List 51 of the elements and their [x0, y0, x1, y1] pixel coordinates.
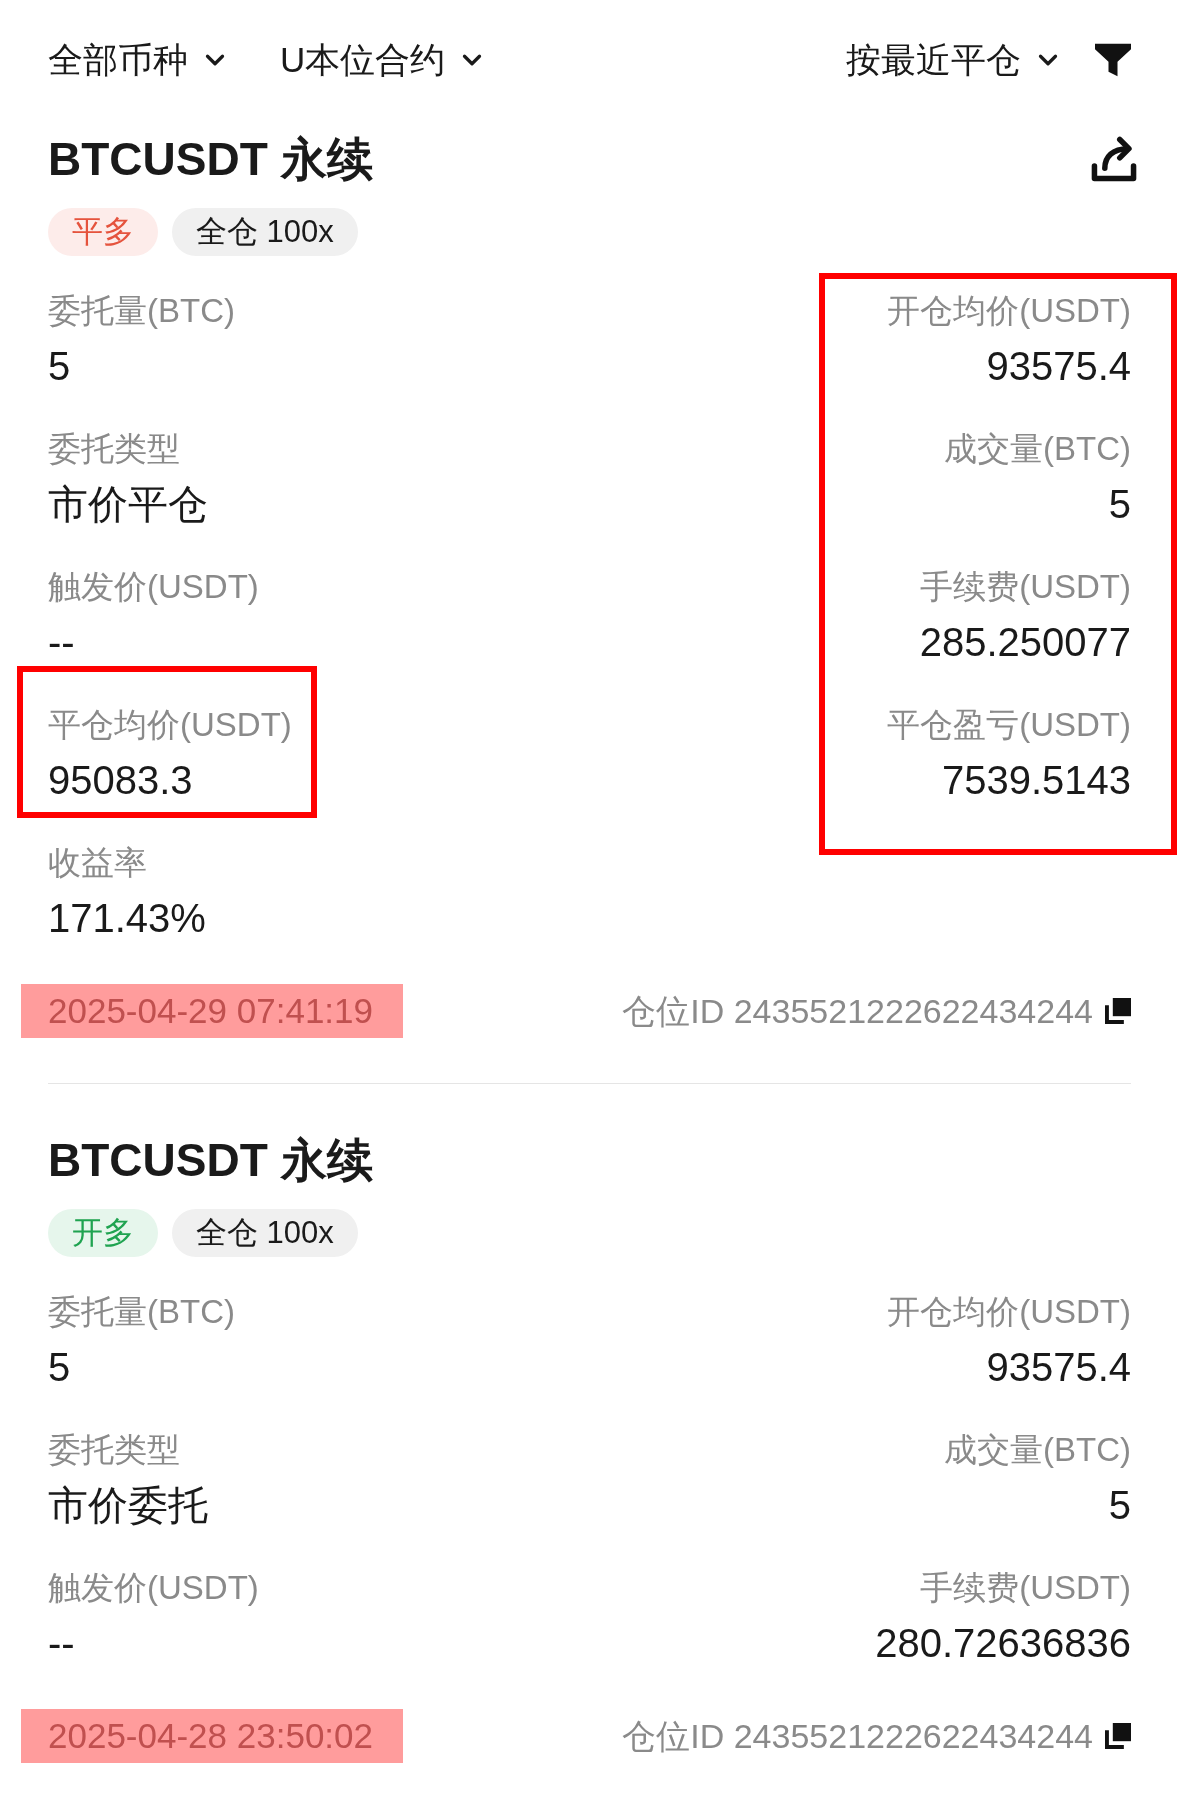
position-id: 仓位ID 2435521222622434244 — [622, 1716, 1093, 1756]
copy-icon — [1105, 998, 1131, 1024]
filter-dropdown[interactable]: U本位合约 — [280, 38, 488, 82]
contract-title: BTCUSDT 永续 — [48, 1133, 373, 1188]
filter-dropdown[interactable]: 全部币种 — [48, 38, 230, 82]
field-label: 开仓均价(USDT) — [887, 1292, 1131, 1332]
share-icon — [1091, 136, 1137, 182]
field-value: 7539.5143 — [941, 757, 1131, 804]
copy-icon — [1105, 1723, 1131, 1749]
field-value: 5 — [1108, 1482, 1131, 1529]
field-label: 平仓均价(USDT) — [48, 705, 292, 745]
position-id: 仓位ID 2435521222622434244 — [622, 991, 1093, 1031]
side-tag: 开多 — [48, 1209, 158, 1257]
copy-button[interactable] — [1105, 998, 1131, 1024]
field-label: 平仓盈亏(USDT) — [887, 705, 1131, 745]
field-value: 171.43% — [48, 895, 206, 942]
field-label: 委托类型 — [48, 1430, 180, 1470]
field-value: 市价委托 — [48, 1482, 208, 1529]
field-value: 95083.3 — [48, 757, 193, 804]
filter-icon — [1095, 43, 1131, 77]
field-value: 93575.4 — [986, 1344, 1131, 1391]
field-label: 手续费(USDT) — [920, 567, 1131, 607]
margin-tag: 全仓 100x — [172, 1209, 358, 1257]
field-label: 开仓均价(USDT) — [887, 291, 1131, 331]
field-label: 成交量(BTC) — [944, 1430, 1131, 1470]
field-label: 成交量(BTC) — [944, 429, 1131, 469]
field-value: 5 — [48, 1344, 71, 1391]
field-label: 委托量(BTC) — [48, 291, 235, 331]
field-value: 285.250077 — [919, 619, 1131, 666]
field-label: 收益率 — [48, 843, 147, 883]
field-value: 5 — [1108, 481, 1131, 528]
field-value: 93575.4 — [986, 343, 1131, 390]
copy-button[interactable] — [1105, 1723, 1131, 1749]
field-label: 手续费(USDT) — [920, 1568, 1131, 1608]
timestamp: 2025-04-28 23:50:02 — [21, 1709, 403, 1763]
field-value: 市价平仓 — [48, 481, 208, 528]
share-button[interactable] — [1091, 136, 1137, 182]
filter-button[interactable] — [1095, 43, 1131, 77]
field-label: 触发价(USDT) — [48, 1568, 259, 1608]
sort-dropdown[interactable]: 按最近平仓 — [846, 38, 1063, 82]
margin-tag: 全仓 100x — [172, 208, 358, 256]
field-value: -- — [48, 619, 75, 666]
field-label: 委托量(BTC) — [48, 1292, 235, 1332]
timestamp: 2025-04-29 07:41:19 — [21, 984, 403, 1038]
field-value: -- — [48, 1620, 75, 1667]
field-label: 触发价(USDT) — [48, 567, 259, 607]
field-label: 委托类型 — [48, 429, 180, 469]
side-tag: 平多 — [48, 208, 158, 256]
field-value: 5 — [48, 343, 71, 390]
field-value: 280.72636836 — [875, 1620, 1131, 1667]
contract-title: BTCUSDT 永续 — [48, 132, 373, 187]
